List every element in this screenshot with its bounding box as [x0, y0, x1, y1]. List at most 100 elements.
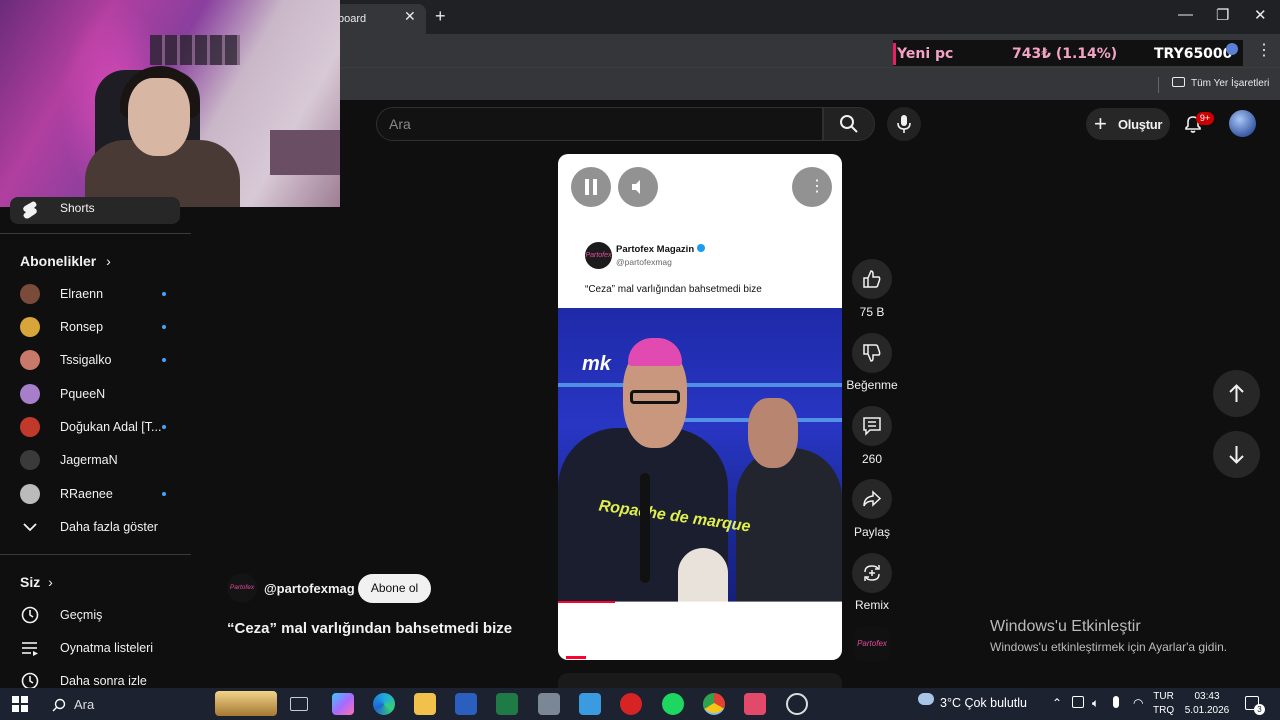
share-button[interactable]: [852, 479, 892, 519]
arrow-up-icon: [1229, 384, 1244, 402]
voice-search-button[interactable]: [887, 107, 921, 141]
sidebar-item-shorts[interactable]: Shorts: [10, 197, 180, 224]
tab-close-icon[interactable]: ✕: [404, 8, 416, 25]
file-explorer-icon[interactable]: [414, 693, 436, 715]
sidebar-item-playlists[interactable]: Oynatma listeleri: [20, 634, 190, 662]
sidebar-subscription[interactable]: JagermaN: [20, 446, 180, 476]
clock-date: 5.01.2026: [1184, 705, 1230, 716]
history-icon: [21, 606, 39, 624]
remix-label: Remix: [854, 598, 889, 612]
taskbar-clock[interactable]: 03:43 5.01.2026: [1182, 690, 1232, 718]
tweet-author: Partofex Magazin: [616, 244, 706, 255]
search-highlight-image[interactable]: [215, 691, 277, 716]
verified-icon: [697, 244, 706, 252]
video-progress[interactable]: [558, 601, 842, 603]
sidebar-divider: [0, 554, 191, 555]
edge-icon[interactable]: [373, 693, 395, 715]
new-content-dot: [162, 325, 166, 329]
short-video-player[interactable]: ⋮ Partofex Partofex Magazin @partofexmag…: [558, 154, 842, 660]
show-more-button[interactable]: Daha fazla göster: [20, 513, 190, 541]
sidebar-item-label: Shorts: [60, 201, 95, 215]
scrubber[interactable]: [566, 656, 586, 659]
wifi-icon[interactable]: ◠: [1133, 696, 1143, 710]
tab-title: board: [338, 13, 367, 25]
pause-button[interactable]: [571, 167, 611, 207]
account-avatar[interactable]: [1229, 110, 1256, 137]
comments-button[interactable]: [852, 406, 892, 446]
previous-short-button[interactable]: [1213, 370, 1260, 417]
sidebar-subscription[interactable]: Doğukan Adal [T...: [20, 413, 180, 443]
lang-bottom: TRQ: [1153, 705, 1175, 716]
new-content-dot: [162, 358, 166, 362]
chrome-icon[interactable]: [703, 693, 725, 715]
excel-icon[interactable]: [496, 693, 518, 715]
create-label: Oluştur: [1118, 117, 1163, 132]
all-bookmarks-button[interactable]: Tüm Yer İşaretleri: [1172, 77, 1269, 89]
stage-light: [558, 383, 842, 387]
search-button[interactable]: [823, 107, 875, 141]
tweet-text: “Ceza” mal varlığından bahsetmedi bize: [585, 284, 762, 295]
minimize-icon[interactable]: —: [1178, 6, 1193, 23]
thumb-down-icon: [863, 344, 881, 362]
copilot-icon[interactable]: [332, 693, 354, 715]
sidebar-subscription[interactable]: Elraenn: [20, 280, 180, 310]
channel-name: Doğukan Adal [T...: [60, 420, 162, 434]
pink-beanie: [628, 338, 682, 366]
channel-avatar[interactable]: Partofex: [227, 573, 257, 603]
obs-icon[interactable]: [786, 693, 808, 715]
word-icon[interactable]: [455, 693, 477, 715]
store-icon[interactable]: [579, 693, 601, 715]
windows-activation-subtitle: Windows'u etkinleştirmek için Ayarlar'a …: [990, 640, 1228, 654]
channel-avatar: [20, 284, 40, 304]
sidebar-subscription[interactable]: RRaenee: [20, 480, 180, 510]
remix-button[interactable]: [852, 553, 892, 593]
webcam-person-face: [128, 78, 190, 156]
pocket-icon[interactable]: [744, 693, 766, 715]
new-tab-icon[interactable]: +: [435, 6, 446, 27]
you-heading[interactable]: Siz ›: [20, 574, 53, 590]
spotify-icon[interactable]: [662, 693, 684, 715]
search-input[interactable]: [376, 107, 823, 141]
speaker-icon[interactable]: 🔈︎: [1092, 696, 1099, 711]
input-language[interactable]: TUR TRQ: [1153, 690, 1174, 718]
sidebar-subscription[interactable]: Ronsep: [20, 313, 180, 343]
next-short-button[interactable]: [1213, 431, 1260, 478]
subscribe-button[interactable]: Abone ol: [358, 574, 431, 603]
opera-icon[interactable]: [620, 693, 642, 715]
task-view-icon[interactable]: [290, 697, 308, 711]
subscriptions-heading[interactable]: Abonelikler ›: [20, 253, 111, 269]
volume-button[interactable]: [618, 167, 658, 207]
channel-thumbnail[interactable]: Partofex: [855, 627, 889, 661]
chevron-up-icon[interactable]: ⌃: [1052, 696, 1062, 710]
like-button[interactable]: [852, 259, 892, 299]
share-icon: [863, 490, 882, 507]
channel-avatar: [20, 350, 40, 370]
window-close-icon[interactable]: ✕: [1254, 6, 1267, 24]
sidebar-item-history[interactable]: Geçmiş: [20, 601, 190, 629]
person-right-face: [748, 398, 798, 468]
microphone-icon[interactable]: [1113, 696, 1119, 708]
taskbar-weather[interactable]: 3°C Çok bulutlu: [918, 692, 1027, 710]
playlists-icon: [22, 642, 38, 656]
sidebar-subscription[interactable]: Tssigalko: [20, 346, 180, 376]
new-content-dot: [162, 292, 166, 296]
browser-menu-icon[interactable]: ⋮: [1256, 40, 1272, 60]
share-label: Paylaş: [853, 525, 891, 539]
sidebar-subscription[interactable]: PqueeN: [20, 380, 180, 410]
shorts-icon: [23, 201, 37, 219]
maximize-icon[interactable]: ❐: [1216, 6, 1229, 24]
chevron-right-icon: ›: [106, 253, 111, 269]
calculator-icon[interactable]: [538, 693, 560, 715]
channel-name: Tssigalko: [60, 353, 112, 367]
more-options-button[interactable]: ⋮: [792, 167, 832, 207]
create-button[interactable]: + Oluştur: [1086, 108, 1170, 140]
channel-handle[interactable]: @partofexmag: [264, 581, 355, 596]
sidebar-divider: [0, 233, 191, 234]
ticker-amount: 743₺ (1.14%): [1012, 46, 1118, 62]
dislike-button[interactable]: [852, 333, 892, 373]
donation-ticker: Yeni pc 743₺ (1.14%) TRY65000: [893, 40, 1243, 66]
arrow-down-icon: [1229, 446, 1244, 464]
search-placeholder: Ara: [389, 116, 411, 132]
battery-icon[interactable]: [1072, 696, 1084, 708]
windows-start-icon[interactable]: [12, 696, 28, 712]
